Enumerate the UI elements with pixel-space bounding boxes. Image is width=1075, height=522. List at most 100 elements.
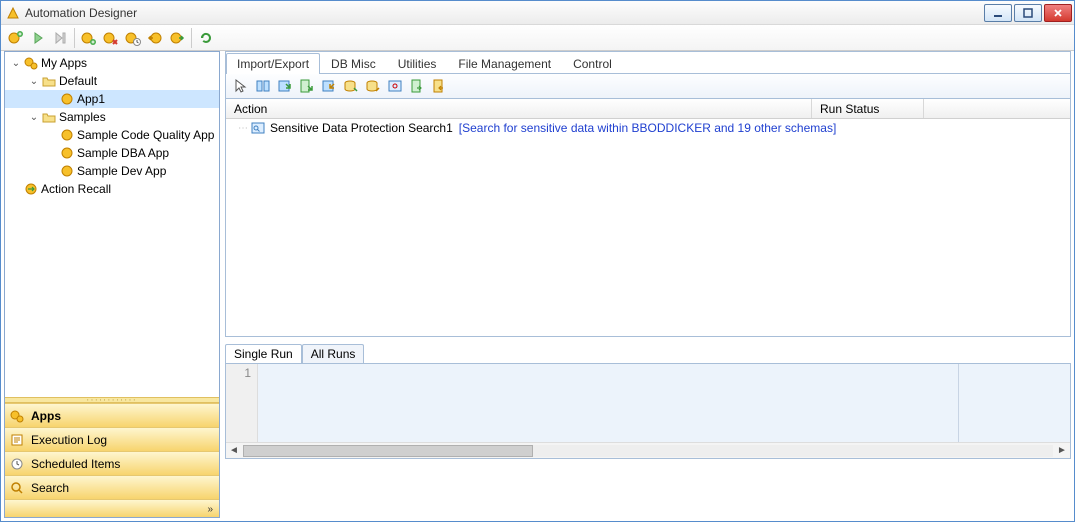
scroll-left-icon[interactable]: ◄ xyxy=(226,445,242,456)
refresh-button[interactable] xyxy=(195,27,217,49)
margin-line xyxy=(958,364,959,442)
tab-label: Utilities xyxy=(398,57,437,71)
expand-icon[interactable]: ⌄ xyxy=(27,76,41,87)
tab-all-runs[interactable]: All Runs xyxy=(302,344,365,363)
line-number: 1 xyxy=(244,366,251,380)
gear-right-button[interactable] xyxy=(166,27,188,49)
grid-body[interactable]: ⋯ Sensitive Data Protection Search1 [Sea… xyxy=(226,119,1070,336)
gear-icon xyxy=(59,163,75,179)
close-button[interactable] xyxy=(1044,4,1072,22)
left-panel: ⌄ My Apps ⌄ Default App1 ⌄ Samples Sampl… xyxy=(4,51,220,518)
action-name: Sensitive Data Protection Search1 xyxy=(270,121,453,135)
category-tabs: Import/Export DB Misc Utilities File Man… xyxy=(225,51,1071,73)
search-icon xyxy=(9,480,25,496)
col-label: Run Status xyxy=(820,102,879,116)
right-panel: Import/Export DB Misc Utilities File Man… xyxy=(225,51,1071,518)
new-app-button[interactable] xyxy=(5,27,27,49)
tab-control[interactable]: Control xyxy=(562,53,623,74)
tree-label: App1 xyxy=(77,92,109,106)
action-description: [Search for sensitive data within BBODDI… xyxy=(459,121,837,135)
pointer-button[interactable] xyxy=(230,75,252,97)
play-step-button[interactable] xyxy=(49,27,71,49)
gears-icon xyxy=(9,408,25,424)
import-button[interactable] xyxy=(318,75,340,97)
tab-db-misc[interactable]: DB Misc xyxy=(320,53,387,74)
gear-left-button[interactable] xyxy=(144,27,166,49)
tab-label: Single Run xyxy=(234,347,293,361)
tab-label: DB Misc xyxy=(331,57,376,71)
titlebar: Automation Designer xyxy=(1,1,1074,25)
grid-header: Action Run Status xyxy=(226,99,1070,119)
minimize-button[interactable] xyxy=(984,4,1012,22)
export-file-button[interactable] xyxy=(406,75,428,97)
gear-delete-button[interactable] xyxy=(100,27,122,49)
scroll-right-icon[interactable]: ► xyxy=(1054,445,1070,456)
nav-expand-button[interactable]: » xyxy=(5,499,219,517)
line-gutter: 1 xyxy=(226,364,258,442)
export-ddl-button[interactable] xyxy=(296,75,318,97)
nav-label: Scheduled Items xyxy=(31,457,120,471)
tree-label: My Apps xyxy=(41,56,91,70)
maximize-button[interactable] xyxy=(1014,4,1042,22)
nav-execution-log[interactable]: Execution Log xyxy=(5,427,219,451)
export-table-button[interactable] xyxy=(274,75,296,97)
app-icon xyxy=(5,5,21,21)
expand-icon[interactable]: ⌄ xyxy=(9,58,23,69)
tree-node-sample-dba[interactable]: Sample DBA App xyxy=(5,144,219,162)
tab-import-export[interactable]: Import/Export xyxy=(226,53,320,74)
tree-connector: ⋯ xyxy=(238,123,248,134)
tree-node-app1[interactable]: App1 xyxy=(5,90,219,108)
expand-icon[interactable]: ⌄ xyxy=(27,112,41,123)
tree-node-default[interactable]: ⌄ Default xyxy=(5,72,219,90)
nav-label: Execution Log xyxy=(31,433,107,447)
gear-schedule-button[interactable] xyxy=(122,27,144,49)
col-spacer xyxy=(924,99,1070,118)
output-tabs: Single Run All Runs xyxy=(225,343,1071,363)
tree-label: Action Recall xyxy=(41,182,115,196)
gears-icon xyxy=(23,55,39,71)
datapump-export-button[interactable] xyxy=(340,75,362,97)
grid-row[interactable]: ⋯ Sensitive Data Protection Search1 [Sea… xyxy=(226,119,1070,137)
col-run-status[interactable]: Run Status xyxy=(812,99,924,118)
tree-node-action-recall[interactable]: Action Recall xyxy=(5,180,219,198)
tree-node-sample-code[interactable]: Sample Code Quality App xyxy=(5,126,219,144)
sensitive-search-button[interactable] xyxy=(384,75,406,97)
log-icon xyxy=(9,432,25,448)
tab-single-run[interactable]: Single Run xyxy=(225,344,302,363)
toolbar-separator xyxy=(74,28,75,48)
col-label: Action xyxy=(234,102,267,116)
tree-node-root[interactable]: ⌄ My Apps xyxy=(5,54,219,72)
chevron-right-icon: » xyxy=(207,504,213,515)
scroll-track[interactable] xyxy=(243,445,1053,457)
horizontal-scrollbar[interactable]: ◄ ► xyxy=(226,442,1070,458)
nav-scheduled-items[interactable]: Scheduled Items xyxy=(5,451,219,475)
nav-apps[interactable]: Apps xyxy=(5,403,219,427)
action-grid: Action Run Status ⋯ Sensitive Data Prote… xyxy=(225,99,1071,337)
gear-add-button[interactable] xyxy=(78,27,100,49)
tree-node-sample-dev[interactable]: Sample Dev App xyxy=(5,162,219,180)
tree-label: Samples xyxy=(59,110,110,124)
code-area[interactable] xyxy=(258,364,1070,442)
window-buttons xyxy=(982,4,1074,22)
tree-view[interactable]: ⌄ My Apps ⌄ Default App1 ⌄ Samples Sampl… xyxy=(5,52,219,397)
recall-icon xyxy=(23,181,39,197)
scroll-thumb[interactable] xyxy=(243,445,533,457)
tab-utilities[interactable]: Utilities xyxy=(387,53,448,74)
nav-search[interactable]: Search xyxy=(5,475,219,499)
compare-button[interactable] xyxy=(252,75,274,97)
play-button[interactable] xyxy=(27,27,49,49)
tab-label: Control xyxy=(573,57,612,71)
import-file-button[interactable] xyxy=(428,75,450,97)
tab-label: All Runs xyxy=(311,347,356,361)
folder-icon xyxy=(41,73,57,89)
tree-node-samples[interactable]: ⌄ Samples xyxy=(5,108,219,126)
folder-icon xyxy=(41,109,57,125)
datapump-import-button[interactable] xyxy=(362,75,384,97)
tab-file-management[interactable]: File Management xyxy=(447,53,562,74)
nav-label: Apps xyxy=(31,409,61,423)
search-action-icon xyxy=(250,120,266,136)
action-toolbar xyxy=(225,73,1071,99)
main-toolbar xyxy=(1,25,1074,51)
col-action[interactable]: Action xyxy=(226,99,812,118)
window-title: Automation Designer xyxy=(25,6,982,20)
